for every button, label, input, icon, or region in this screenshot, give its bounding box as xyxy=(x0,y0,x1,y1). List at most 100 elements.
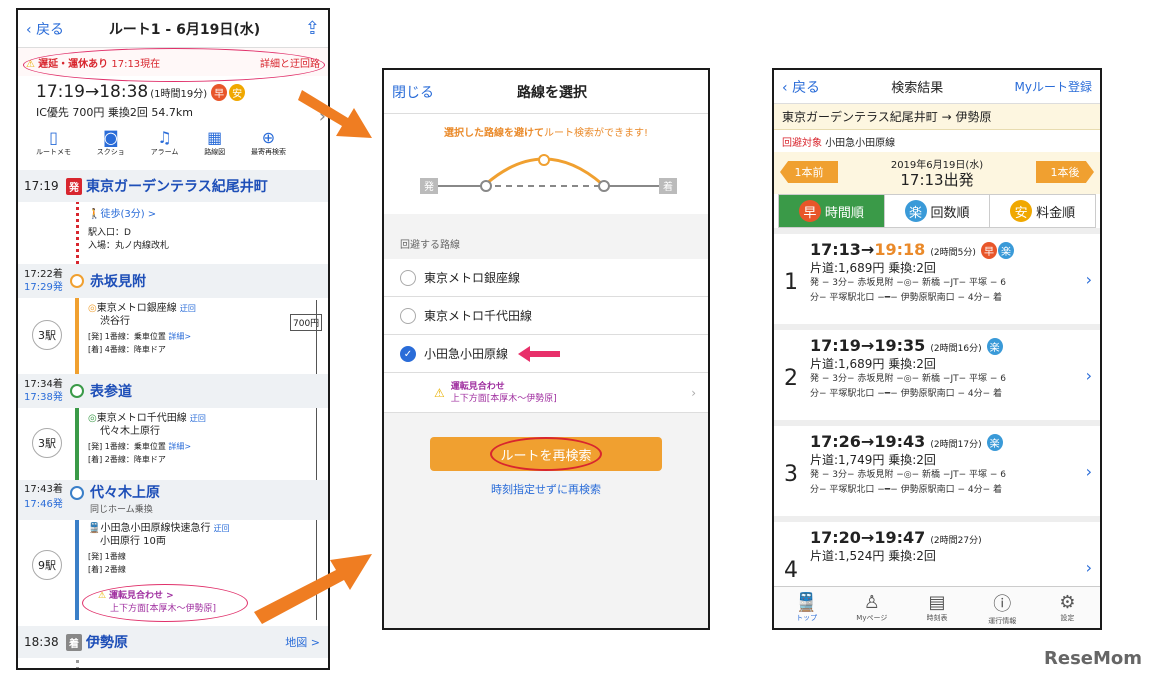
chiyoda-dir: 代々木上原行 xyxy=(100,426,160,437)
map-link[interactable]: 地図 > xyxy=(285,634,320,650)
tab-service-info[interactable]: ⓘ 運行情報 xyxy=(970,587,1035,628)
alarm-label: アラーム xyxy=(150,148,179,156)
station-omotesando[interactable]: 17:34着 17:38発 表参道 xyxy=(18,374,328,408)
result-time: 17:20→ xyxy=(810,528,875,547)
omotesando-dep: 17:38発 xyxy=(24,392,63,403)
option-ginza-label: 東京メトロ銀座線 xyxy=(424,271,521,285)
result-duration: (2時間27分) xyxy=(930,536,982,546)
option-odakyu[interactable]: ✓ 小田急小田原線 xyxy=(384,335,708,373)
memo-button[interactable]: ▯ ルートメモ xyxy=(36,128,71,157)
back-button[interactable]: ‹ 戻る xyxy=(26,19,64,39)
back-button[interactable]: ‹ 戻る xyxy=(782,77,820,97)
result-item[interactable]: 3 17:26→19:43 (2時間17分) 楽 片道:1,749円 乗換:2回… xyxy=(774,426,1100,522)
arr-box: 着 xyxy=(659,178,677,194)
walk-line xyxy=(76,200,80,272)
arrow-right-down-icon xyxy=(298,90,372,138)
pink-arrow-icon xyxy=(518,345,561,362)
date-time: 2019年6月19日(水) 17:13出発 xyxy=(891,159,983,188)
tab-transfers[interactable]: 楽回数順 xyxy=(885,195,991,227)
dest-name: 伊勢原 xyxy=(86,635,128,651)
result-item[interactable]: 1 17:13→19:18 (2時間5分) 早楽 片道:1,689円 乗換:2回… xyxy=(774,234,1100,330)
chevron-right-icon[interactable]: › xyxy=(1086,366,1092,385)
fare-line: IC優先 700円 乗換2回 54.7km xyxy=(36,106,193,119)
section-label: 回避する路線 xyxy=(400,240,460,251)
tab-transfers-label: 回数順 xyxy=(930,205,970,221)
result-number: 1 xyxy=(784,270,798,295)
result-arrival: 19:43 xyxy=(874,432,926,451)
radio-checked-icon[interactable]: ✓ xyxy=(400,345,416,362)
avoid-diagram xyxy=(434,154,659,192)
chevron-right-icon[interactable]: › xyxy=(1086,558,1092,577)
tab-mypage[interactable]: ♙ Myページ xyxy=(839,587,904,628)
tab-fare[interactable]: 安料金順 xyxy=(990,195,1095,227)
nearby-button[interactable]: ⊕ 最寄再検索 xyxy=(251,128,286,157)
close-button[interactable]: 閉じる xyxy=(392,82,434,102)
tab-service-info-label: 運行情報 xyxy=(988,616,1017,625)
chiyoda-detail-link[interactable]: 詳細> xyxy=(168,442,191,451)
nearby-label: 最寄再検索 xyxy=(250,148,286,156)
tab-top[interactable]: 🚆 トップ xyxy=(774,587,839,628)
result-detail-2: 分− 平塚駅北口 −━− 伊勢原駅南口 − 4分− 着 xyxy=(810,293,1003,303)
chevron-right-icon[interactable]: › xyxy=(691,386,696,400)
stops-1: 3駅 xyxy=(38,329,56,342)
option-chiyoda[interactable]: 東京メトロ千代田線 xyxy=(384,297,708,335)
walk-link[interactable]: 🚶徒歩(3分) > xyxy=(88,208,169,221)
tab-time[interactable]: 早時間順 xyxy=(779,195,885,227)
stops-badge-3[interactable]: 9駅 xyxy=(32,550,62,580)
logo: ReseMom xyxy=(1044,648,1143,669)
detour-button[interactable]: 迂回 xyxy=(180,304,196,313)
camera-icon: ◙ xyxy=(103,128,119,147)
tab-settings[interactable]: ⚙ 設定 xyxy=(1035,587,1100,628)
radio-unchecked[interactable] xyxy=(400,269,416,286)
next-button[interactable]: 1本後 xyxy=(1036,161,1094,183)
chiyoda-name: 東京メトロ千代田線 xyxy=(96,413,187,424)
memo-label: ルートメモ xyxy=(36,148,71,156)
header: 閉じる 路線を選択 xyxy=(384,70,708,114)
result-arrival: 19:35 xyxy=(874,336,926,355)
research-button[interactable]: ルートを再検索 xyxy=(430,437,662,471)
map-button[interactable]: ▦ 路線図 xyxy=(204,128,225,157)
station-yoyogi[interactable]: 17:43着 17:46発 代々木上原 同じホーム乗換 xyxy=(18,480,328,520)
station-node xyxy=(70,274,84,288)
tab-bar: 🚆 トップ ♙ Myページ ▤ 時刻表 ⓘ 運行情報 ⚙ 設定 xyxy=(774,586,1100,628)
stops-badge-1[interactable]: 3駅 xyxy=(32,320,62,350)
hint-a: 選択した路線を避けて xyxy=(443,128,544,139)
result-detail-2: 分− 平塚駅北口 −━− 伊勢原駅南口 − 4分− 着 xyxy=(810,485,1003,495)
detour-button[interactable]: 迂回 xyxy=(214,524,230,533)
station-origin[interactable]: 17:19 発 東京ガーデンテラス紀尾井町 xyxy=(18,170,328,202)
result-fare: 片道:1,524円 乗換:2回 xyxy=(810,549,936,563)
screenshot-button[interactable]: ◙ スクショ xyxy=(97,128,125,157)
page-title: 路線を選択 xyxy=(517,84,587,101)
station-destination[interactable]: 18:38 着 伊勢原 地図 > xyxy=(18,626,328,658)
alarm-button[interactable]: ♫ アラーム xyxy=(151,128,179,157)
result-fare: 片道:1,689円 乗換:2回 xyxy=(810,357,936,371)
fast-icon: 早 xyxy=(980,242,997,259)
station-node xyxy=(70,384,84,398)
detour-button[interactable]: 迂回 xyxy=(190,414,206,423)
station-akasaka[interactable]: 17:22着 17:29発 赤坂見附 xyxy=(18,264,328,298)
memo-icon: ▯ xyxy=(49,128,58,147)
suspension-row[interactable]: ⚠ 運転見合わせ 上下方面[本厚木～伊勢原] › xyxy=(384,373,708,413)
chevron-right-icon[interactable]: › xyxy=(1086,270,1092,289)
stops-badge-2[interactable]: 3駅 xyxy=(32,428,62,458)
tab-timetable-label: 時刻表 xyxy=(926,614,948,622)
option-ginza[interactable]: 東京メトロ銀座線 xyxy=(384,259,708,297)
arrive-tag: 着 xyxy=(66,633,82,651)
time-nav: 1本前 2019年6月19日(水) 17:13出発 1本後 xyxy=(774,152,1100,194)
tab-settings-label: 設定 xyxy=(1060,614,1075,622)
result-item[interactable]: 2 17:19→19:35 (2時間16分) 楽 片道:1,689円 乗換:2回… xyxy=(774,330,1100,426)
research-no-time-link[interactable]: 時刻指定せずに再検索 xyxy=(384,481,708,497)
myroute-button[interactable]: Myルート登録 xyxy=(1015,78,1092,95)
prev-button[interactable]: 1本前 xyxy=(780,161,838,183)
person-icon: ♙ xyxy=(863,592,880,613)
tab-timetable[interactable]: ▤ 時刻表 xyxy=(904,587,969,628)
walk-icon: 🚶 xyxy=(88,209,101,220)
header: ‹ 戻る 検索結果 Myルート登録 xyxy=(774,70,1100,104)
share-icon[interactable]: ⇪ xyxy=(305,18,320,39)
chevron-right-icon[interactable]: › xyxy=(1086,462,1092,481)
ginza-detail-link[interactable]: 詳細> xyxy=(168,332,191,341)
stops-3: 9駅 xyxy=(38,559,56,572)
warning-icon: ⚠ xyxy=(434,385,445,400)
radio-unchecked[interactable] xyxy=(400,307,416,324)
screenshot-label: スクショ xyxy=(96,148,125,156)
